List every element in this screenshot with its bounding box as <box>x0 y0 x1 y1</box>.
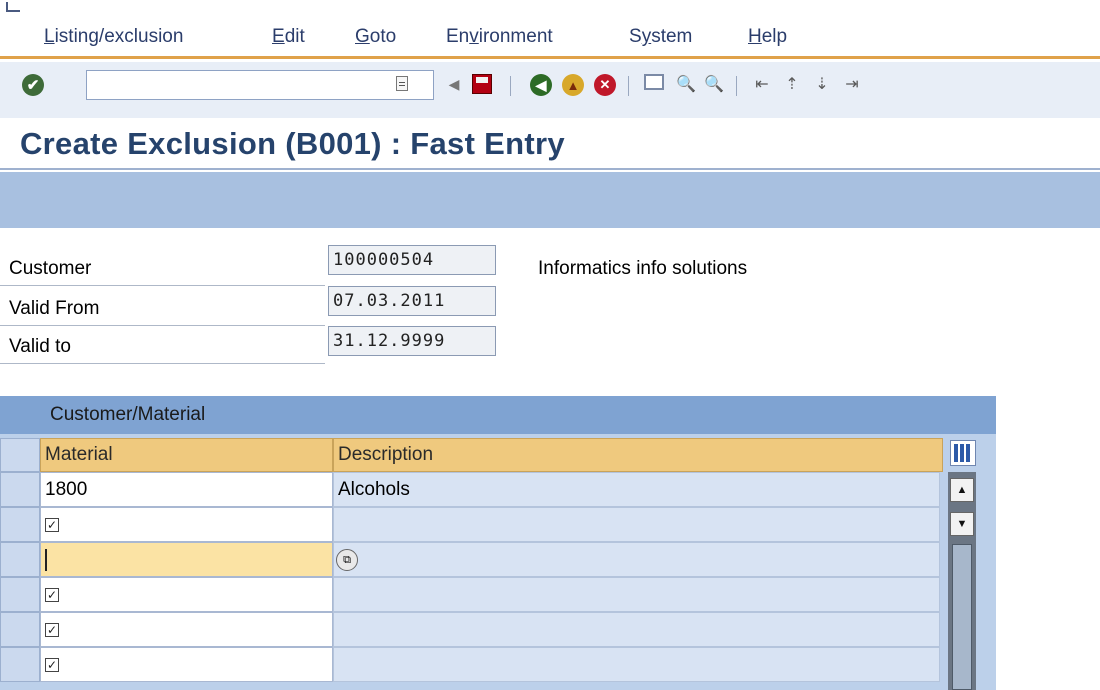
menu-mnemonic: L <box>44 26 55 47</box>
command-history-icon[interactable] <box>396 76 408 91</box>
scroll-down-icon[interactable]: ▼ <box>950 512 974 536</box>
page-title: Create Exclusion (B001) : Fast Entry <box>20 126 565 161</box>
description-cell <box>333 612 940 647</box>
system-menu-icon[interactable] <box>6 2 20 12</box>
toolbar-separator <box>736 76 737 96</box>
menu-text: dit <box>284 26 305 47</box>
exit-icon[interactable]: ▲ <box>562 74 584 96</box>
description-cell: Alcohols <box>333 472 940 507</box>
row-selector[interactable] <box>0 612 40 647</box>
first-page-icon[interactable]: ⇤ <box>752 74 772 94</box>
text-cursor <box>45 549 47 571</box>
menu-text: stem <box>651 26 693 47</box>
table-settings-icon[interactable] <box>950 440 976 466</box>
menu-text: En <box>446 26 470 47</box>
row-selector[interactable] <box>0 577 40 612</box>
menu-mnemonic: H <box>748 26 762 47</box>
label-underline <box>0 285 325 286</box>
material-input[interactable]: ✓ <box>40 507 333 542</box>
valid-to-field[interactable]: 31.12.9999 <box>328 326 496 356</box>
last-page-icon[interactable]: ⇥ <box>842 74 862 94</box>
title-bar: Create Exclusion (B001) : Fast Entry <box>0 118 1100 170</box>
required-entry-icon: ✓ <box>45 518 59 532</box>
menu-help[interactable]: Help <box>748 26 787 48</box>
collapse-command-icon[interactable]: ◀ <box>444 74 464 94</box>
material-input[interactable]: ✓ <box>40 647 333 682</box>
description-cell <box>333 647 940 682</box>
description-cell <box>333 577 940 612</box>
menu-system[interactable]: System <box>629 26 692 48</box>
material-input[interactable]: ✓ <box>40 612 333 647</box>
menu-text: S <box>629 26 642 47</box>
row-selector[interactable] <box>0 507 40 542</box>
toolbar-separator <box>628 76 629 96</box>
menu-goto[interactable]: Goto <box>355 26 396 48</box>
command-field[interactable] <box>86 70 434 100</box>
menu-listing-exclusion[interactable]: Listing/exclusion <box>44 26 183 48</box>
required-entry-icon: ✓ <box>45 623 59 637</box>
scroll-up-icon[interactable]: ▲ <box>950 478 974 502</box>
scroll-thumb[interactable] <box>952 544 972 690</box>
next-page-icon[interactable]: ⇣ <box>812 74 832 94</box>
title-divider <box>0 168 1100 170</box>
input-help-icon[interactable]: ⧉ <box>336 549 358 571</box>
menu-environment[interactable]: Environment <box>446 26 553 48</box>
material-input-active[interactable] <box>40 542 333 577</box>
valid-from-field[interactable]: 07.03.2011 <box>328 286 496 316</box>
column-header-material[interactable]: Material <box>40 438 333 472</box>
menu-text: elp <box>761 26 788 47</box>
select-all-cell[interactable] <box>0 438 40 472</box>
customer-name: Informatics info solutions <box>538 258 748 279</box>
column-header-description[interactable]: Description <box>333 438 943 472</box>
previous-page-icon[interactable]: ⇡ <box>782 74 802 94</box>
menu-text: oto <box>369 26 397 47</box>
customer-label: Customer <box>9 258 92 279</box>
print-icon[interactable] <box>644 74 664 90</box>
required-entry-icon: ✓ <box>45 588 59 602</box>
description-cell <box>333 507 940 542</box>
menu-mnemonic: G <box>355 26 370 47</box>
find-next-icon[interactable]: 🔍 <box>704 74 724 94</box>
application-toolbar <box>0 172 1100 228</box>
row-selector[interactable] <box>0 647 40 682</box>
menu-text: ironment <box>478 26 553 47</box>
menu-mnemonic: E <box>272 26 285 47</box>
enter-check-icon[interactable]: ✔ <box>22 74 44 96</box>
menu-bar: Listing/exclusion Edit Goto Environment … <box>0 0 1100 60</box>
menu-mnemonic: v <box>469 26 479 47</box>
save-icon[interactable] <box>472 74 492 94</box>
description-cell: ⧉ <box>333 542 940 577</box>
row-selector[interactable] <box>0 542 40 577</box>
back-icon[interactable]: ◀ <box>530 74 552 96</box>
valid-from-label: Valid From <box>9 298 100 319</box>
standard-toolbar: ✔ ◀ ◀ ▲ ✕ 🔍 🔍 ⇤ ⇡ ⇣ ⇥ <box>0 62 1100 118</box>
row-selector[interactable] <box>0 472 40 507</box>
material-input[interactable]: 1800 <box>40 472 333 507</box>
menu-divider <box>0 56 1100 59</box>
menu-text: isting/exclusion <box>54 26 184 47</box>
toolbar-separator <box>510 76 511 96</box>
menu-edit[interactable]: Edit <box>272 26 305 48</box>
table-title-bar: Customer/Material <box>0 396 996 434</box>
find-icon[interactable]: 🔍 <box>676 74 696 94</box>
table-title: Customer/Material <box>50 404 206 425</box>
menu-mnemonic: y <box>641 26 652 47</box>
cancel-icon[interactable]: ✕ <box>594 74 616 96</box>
material-input[interactable]: ✓ <box>40 577 333 612</box>
required-entry-icon: ✓ <box>45 658 59 672</box>
label-underline <box>0 325 325 326</box>
valid-to-label: Valid to <box>9 336 71 357</box>
label-underline <box>0 363 325 364</box>
customer-field[interactable]: 100000504 <box>328 245 496 275</box>
